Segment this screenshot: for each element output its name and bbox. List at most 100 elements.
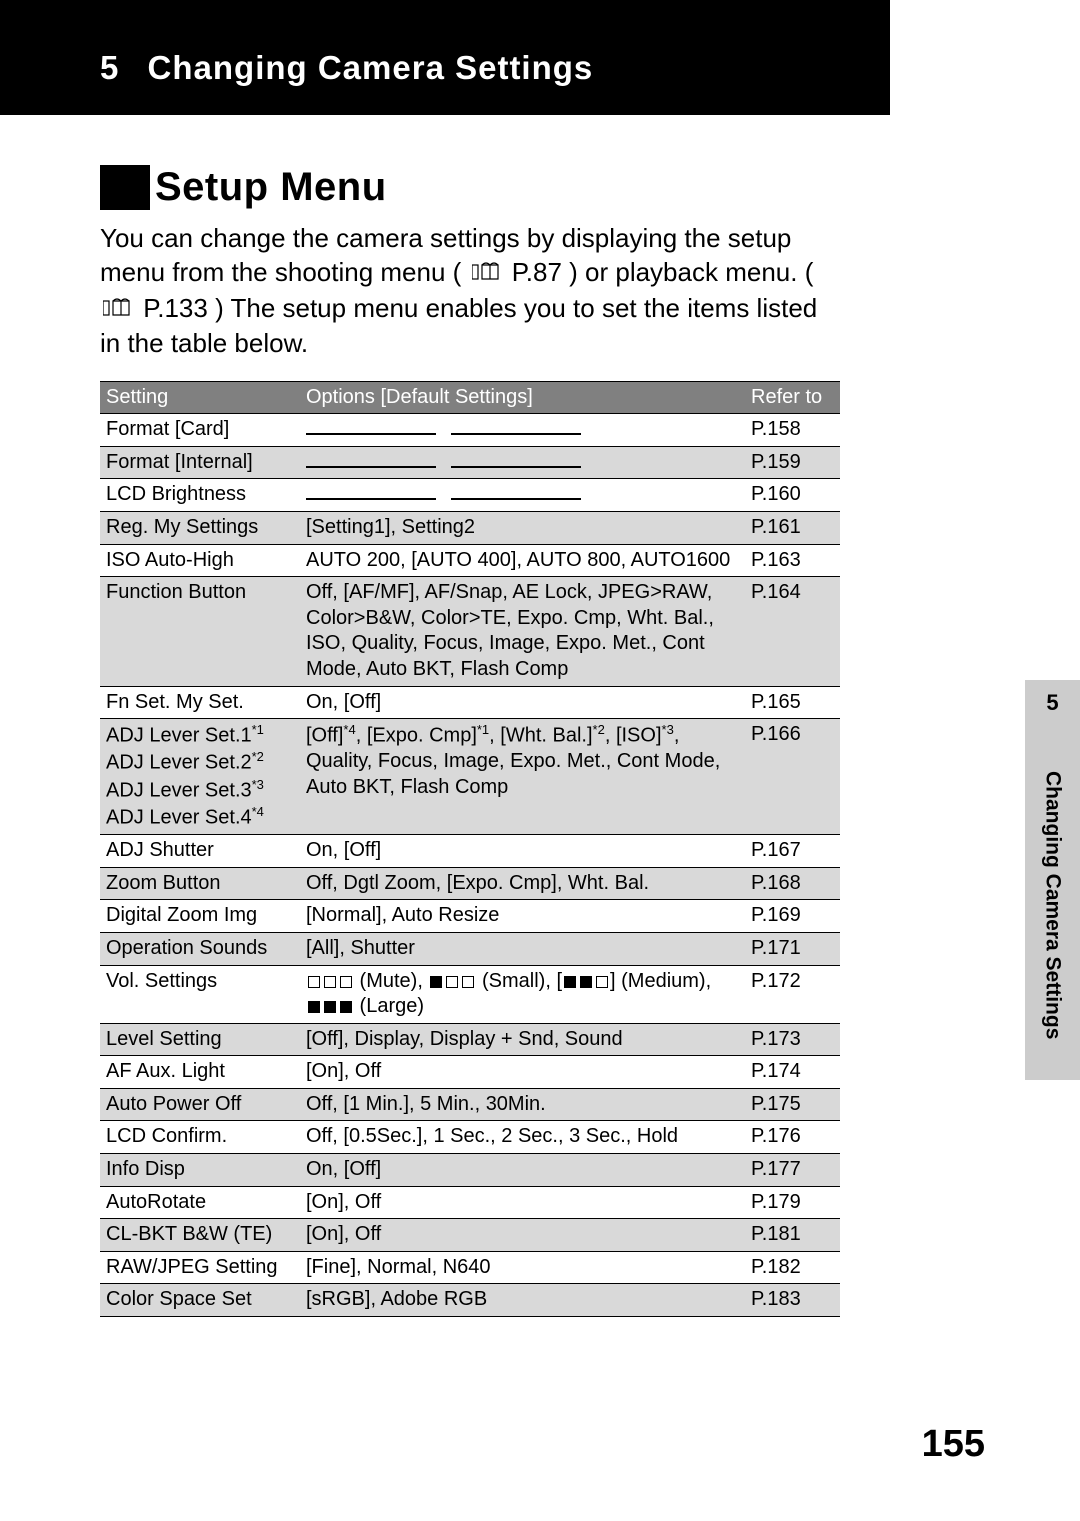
cell-setting: AF Aux. Light bbox=[100, 1056, 300, 1089]
side-tab-label: Changing Camera Settings bbox=[1025, 735, 1080, 1075]
cell-options: On, [Off] bbox=[300, 835, 745, 868]
table-row: Auto Power OffOff, [1 Min.], 5 Min., 30M… bbox=[100, 1088, 840, 1121]
table-row: Format [Internal] P.159 bbox=[100, 446, 840, 479]
cell-options: Off, [1 Min.], 5 Min., 30Min. bbox=[300, 1088, 745, 1121]
cell-setting: Auto Power Off bbox=[100, 1088, 300, 1121]
table-row: Zoom ButtonOff, Dgtl Zoom, [Expo. Cmp], … bbox=[100, 867, 840, 900]
intro-paragraph: You can change the camera settings by di… bbox=[100, 222, 840, 361]
cell-setting: Function Button bbox=[100, 577, 300, 686]
cell-setting: LCD Brightness bbox=[100, 479, 300, 512]
cell-refer: P.163 bbox=[745, 544, 840, 577]
cell-options: [sRGB], Adobe RGB bbox=[300, 1284, 745, 1317]
cell-setting: ADJ Lever Set.1*1ADJ Lever Set.2*2ADJ Le… bbox=[100, 719, 300, 835]
cell-options: [On], Off bbox=[300, 1219, 745, 1252]
cell-options: [Off]*4, [Expo. Cmp]*1, [Wht. Bal.]*2, [… bbox=[300, 719, 745, 835]
cell-refer: P.172 bbox=[745, 965, 840, 1023]
cell-options: On, [Off] bbox=[300, 686, 745, 719]
cell-refer: P.167 bbox=[745, 835, 840, 868]
cell-options bbox=[300, 479, 745, 512]
table-row: Digital Zoom Img[Normal], Auto ResizeP.1… bbox=[100, 900, 840, 933]
cell-setting: AutoRotate bbox=[100, 1186, 300, 1219]
table-row: Reg. My Settings[Setting1], Setting2P.16… bbox=[100, 511, 840, 544]
cell-refer: P.168 bbox=[745, 867, 840, 900]
cell-refer: P.159 bbox=[745, 446, 840, 479]
table-row: Format [Card] P.158 bbox=[100, 414, 840, 447]
cell-setting: RAW/JPEG Setting bbox=[100, 1251, 300, 1284]
table-row: Function ButtonOff, [AF/MF], AF/Snap, AE… bbox=[100, 577, 840, 686]
section-marker-icon bbox=[100, 165, 150, 210]
cell-refer: P.182 bbox=[745, 1251, 840, 1284]
cell-refer: P.181 bbox=[745, 1219, 840, 1252]
table-header-row: Setting Options [Default Settings] Refer… bbox=[100, 382, 840, 414]
cell-refer: P.179 bbox=[745, 1186, 840, 1219]
cell-refer: P.165 bbox=[745, 686, 840, 719]
cell-refer: P.174 bbox=[745, 1056, 840, 1089]
table-row: AF Aux. Light[On], OffP.174 bbox=[100, 1056, 840, 1089]
table-row: Level Setting[Off], Display, Display + S… bbox=[100, 1023, 840, 1056]
intro-ref-2: P.133 bbox=[143, 293, 208, 323]
cell-options: Off, [AF/MF], AF/Snap, AE Lock, JPEG>RAW… bbox=[300, 577, 745, 686]
intro-ref-1: P.87 bbox=[512, 257, 562, 287]
cell-options: AUTO 200, [AUTO 400], AUTO 800, AUTO1600 bbox=[300, 544, 745, 577]
table-row: Vol. Settings (Mute), (Small), [] (Mediu… bbox=[100, 965, 840, 1023]
section-title: Setup Menu bbox=[155, 165, 387, 210]
cell-options: [Normal], Auto Resize bbox=[300, 900, 745, 933]
cell-options: [Off], Display, Display + Snd, Sound bbox=[300, 1023, 745, 1056]
cell-setting: Digital Zoom Img bbox=[100, 900, 300, 933]
cell-options: On, [Off] bbox=[300, 1154, 745, 1187]
chapter-number: 5 bbox=[100, 49, 119, 87]
cell-setting: Zoom Button bbox=[100, 867, 300, 900]
cell-setting: ISO Auto-High bbox=[100, 544, 300, 577]
col-header-options: Options [Default Settings] bbox=[300, 382, 745, 414]
cell-options: Off, [0.5Sec.], 1 Sec., 2 Sec., 3 Sec., … bbox=[300, 1121, 745, 1154]
cell-options bbox=[300, 414, 745, 447]
cell-refer: P.161 bbox=[745, 511, 840, 544]
col-header-setting: Setting bbox=[100, 382, 300, 414]
cell-refer: P.166 bbox=[745, 719, 840, 835]
reference-icon bbox=[472, 258, 502, 292]
side-tab-number: 5 bbox=[1025, 690, 1080, 716]
table-row: ADJ ShutterOn, [Off]P.167 bbox=[100, 835, 840, 868]
table-row: LCD Brightness P.160 bbox=[100, 479, 840, 512]
cell-refer: P.158 bbox=[745, 414, 840, 447]
chapter-header-bar: 5 Changing Camera Settings bbox=[0, 0, 890, 115]
table-row: Operation Sounds[All], ShutterP.171 bbox=[100, 932, 840, 965]
intro-text-2: ) or playback menu. ( bbox=[569, 257, 813, 287]
cell-options: Off, Dgtl Zoom, [Expo. Cmp], Wht. Bal. bbox=[300, 867, 745, 900]
col-header-refer: Refer to bbox=[745, 382, 840, 414]
cell-refer: P.173 bbox=[745, 1023, 840, 1056]
table-row: ISO Auto-HighAUTO 200, [AUTO 400], AUTO … bbox=[100, 544, 840, 577]
cell-options: [On], Off bbox=[300, 1056, 745, 1089]
cell-options: [Setting1], Setting2 bbox=[300, 511, 745, 544]
cell-refer: P.177 bbox=[745, 1154, 840, 1187]
chapter-header: 5 Changing Camera Settings bbox=[100, 49, 593, 87]
side-tab: 5 Changing Camera Settings bbox=[1025, 680, 1080, 1080]
section-header: Setup Menu bbox=[100, 165, 840, 210]
cell-setting: ADJ Shutter bbox=[100, 835, 300, 868]
cell-setting: Reg. My Settings bbox=[100, 511, 300, 544]
table-row: RAW/JPEG Setting[Fine], Normal, N640P.18… bbox=[100, 1251, 840, 1284]
table-row: ADJ Lever Set.1*1ADJ Lever Set.2*2ADJ Le… bbox=[100, 719, 840, 835]
cell-refer: P.164 bbox=[745, 577, 840, 686]
content-area: Setup Menu You can change the camera set… bbox=[0, 115, 935, 1317]
cell-refer: P.171 bbox=[745, 932, 840, 965]
cell-options: [On], Off bbox=[300, 1186, 745, 1219]
chapter-title: Changing Camera Settings bbox=[148, 49, 594, 86]
cell-setting: Format [Card] bbox=[100, 414, 300, 447]
cell-setting: Info Disp bbox=[100, 1154, 300, 1187]
cell-setting: Color Space Set bbox=[100, 1284, 300, 1317]
cell-refer: P.176 bbox=[745, 1121, 840, 1154]
cell-options: [All], Shutter bbox=[300, 932, 745, 965]
cell-refer: P.183 bbox=[745, 1284, 840, 1317]
cell-setting: LCD Confirm. bbox=[100, 1121, 300, 1154]
intro-text-3: ) The setup menu enables you to set the … bbox=[100, 293, 817, 359]
cell-setting: CL-BKT B&W (TE) bbox=[100, 1219, 300, 1252]
table-row: LCD Confirm.Off, [0.5Sec.], 1 Sec., 2 Se… bbox=[100, 1121, 840, 1154]
table-row: Color Space Set[sRGB], Adobe RGBP.183 bbox=[100, 1284, 840, 1317]
table-row: Fn Set. My Set.On, [Off]P.165 bbox=[100, 686, 840, 719]
cell-setting: Format [Internal] bbox=[100, 446, 300, 479]
page: 5 Changing Camera Settings Setup Menu Yo… bbox=[0, 0, 1080, 1521]
cell-setting: Level Setting bbox=[100, 1023, 300, 1056]
cell-refer: P.160 bbox=[745, 479, 840, 512]
table-row: CL-BKT B&W (TE)[On], OffP.181 bbox=[100, 1219, 840, 1252]
